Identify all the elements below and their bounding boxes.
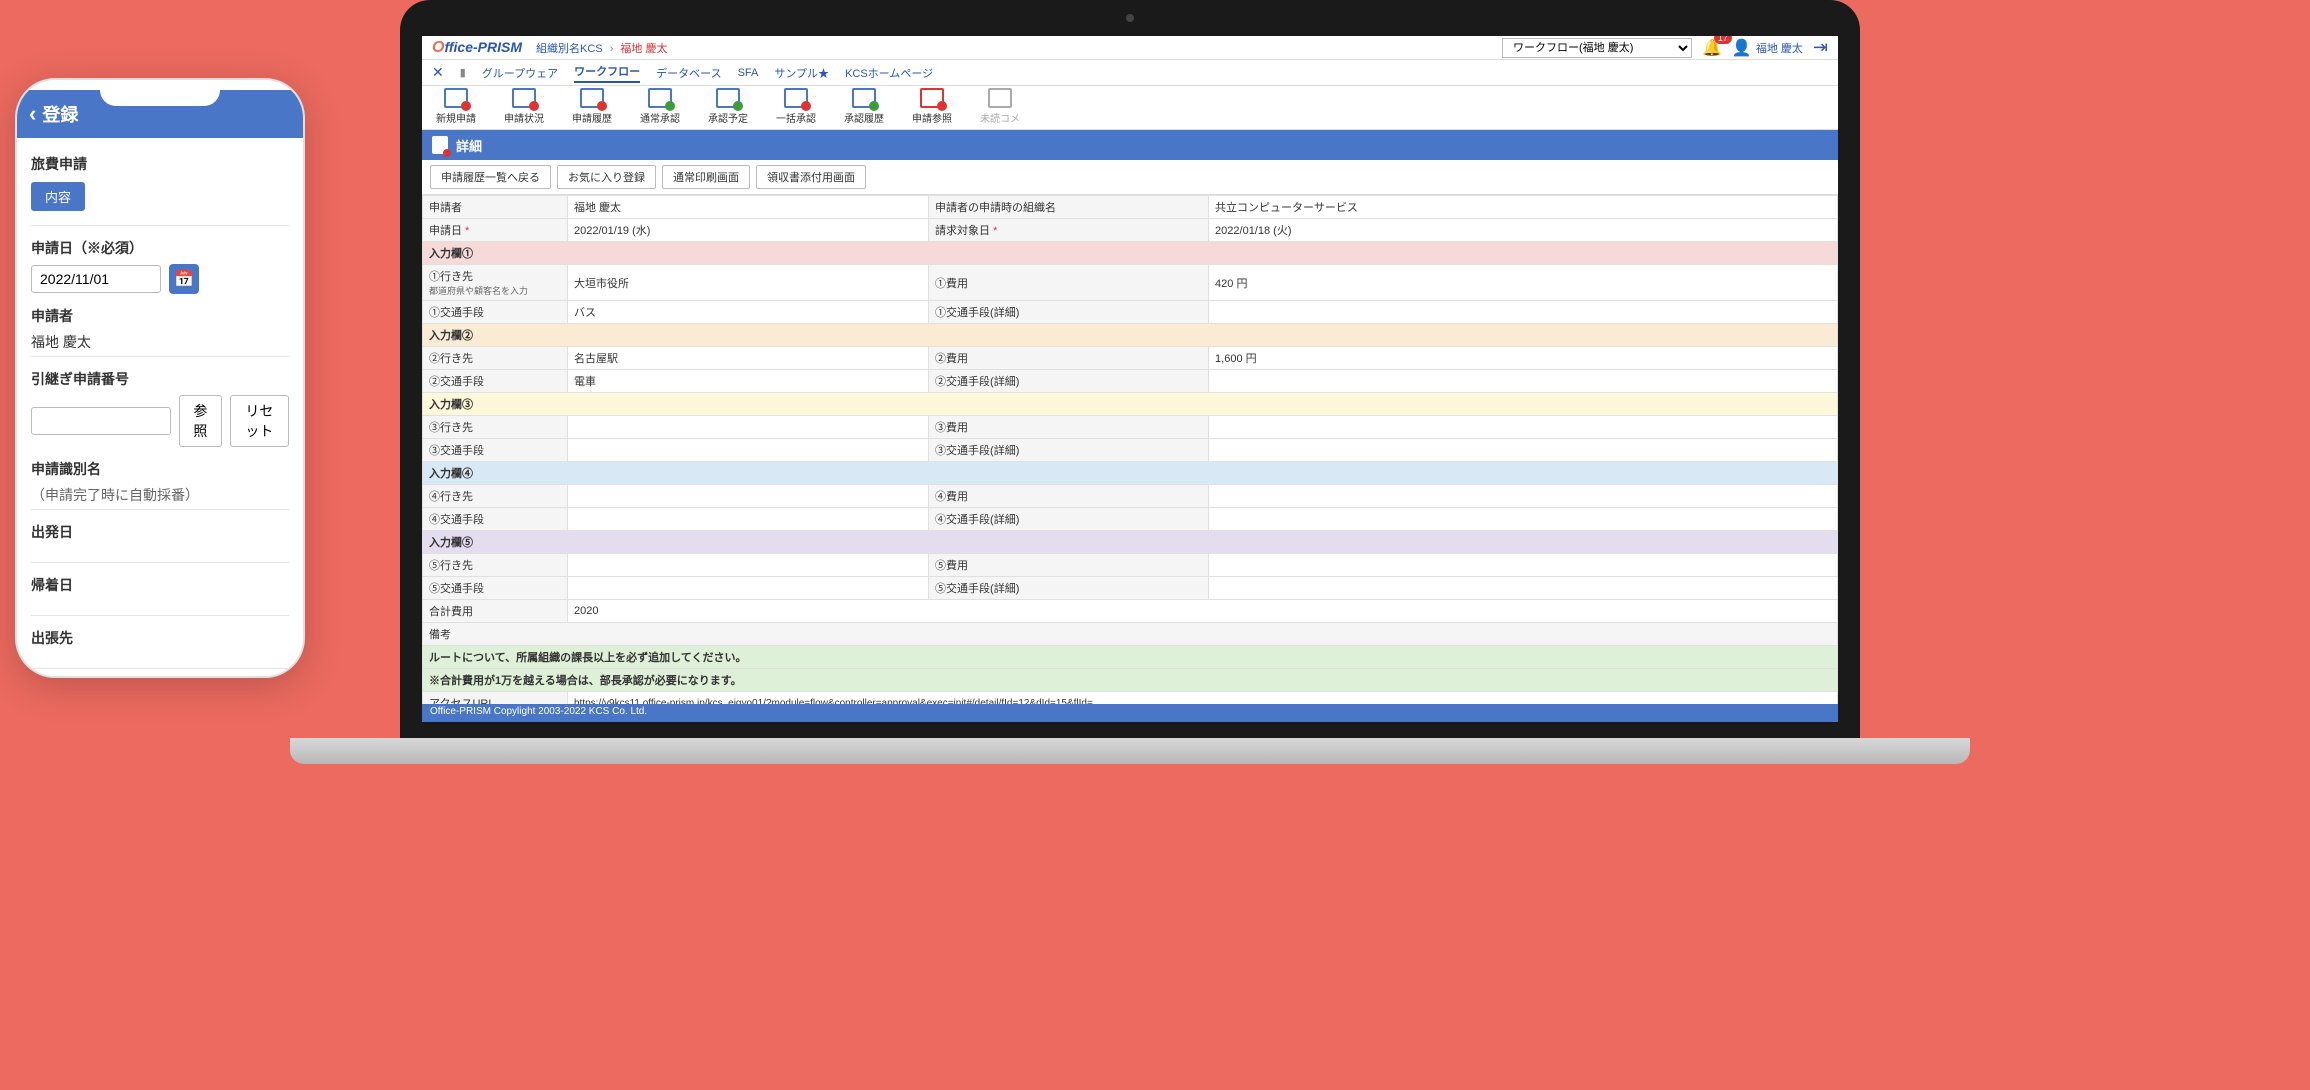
label-return: 帰着日 [31, 575, 289, 595]
btn-reset[interactable]: リセット [230, 395, 289, 447]
ibtn-approve[interactable]: 通常承認 [640, 88, 680, 125]
btn-back-list[interactable]: 申請履歴一覧へ戻る [430, 165, 551, 189]
calendar-icon[interactable]: 📅 [169, 264, 199, 294]
label-depart: 出発日 [31, 522, 289, 542]
apply-date-input[interactable] [31, 265, 161, 293]
logout-icon[interactable]: ⇥ [1813, 37, 1828, 58]
ident-placeholder: （申請完了時に自動採番） [31, 485, 289, 505]
phone-body: 旅費申請 内容 申請日（※必須） 📅 申請者 福地 慶太 引継ぎ申請番号 参照 … [17, 138, 303, 678]
ibtn-refer[interactable]: 申請参照 [912, 88, 952, 125]
close-icon[interactable]: ✕ [432, 64, 444, 81]
bell-icon[interactable]: 🔔17 [1702, 38, 1722, 58]
label-applicant: 申請者 [31, 306, 289, 326]
ibtn-unread[interactable]: 未読コメ [980, 88, 1020, 125]
laptop-screen: OOffice-PRISMffice-PRISM 組織別名KCS › 福地 慶太… [422, 36, 1838, 722]
phone-frame: ‹ 登録 旅費申請 内容 申請日（※必須） 📅 申請者 福地 慶太 引継ぎ申請番… [15, 78, 305, 678]
camera-icon [1126, 14, 1134, 22]
username: 福地 慶太 [1756, 40, 1803, 56]
menu-sample[interactable]: サンプル★ [774, 65, 829, 81]
ibtn-approve-hist[interactable]: 承認履歴 [844, 88, 884, 125]
ibtn-bulk-approve[interactable]: 一括承認 [776, 88, 816, 125]
document-icon [432, 136, 448, 154]
phone-header-title: 登録 [42, 101, 78, 127]
tab-content[interactable]: 内容 [31, 182, 85, 211]
page-title: 詳細 [456, 136, 482, 155]
btn-reference[interactable]: 参照 [179, 395, 222, 447]
label-destination: 出張先 [31, 628, 289, 648]
applicant-value: 福地 慶太 [31, 332, 289, 352]
back-chevron-icon[interactable]: ‹ [29, 101, 36, 127]
user-icon: 👤 [1732, 38, 1752, 58]
workflow-select[interactable]: ワークフロー(福地 慶太) [1502, 38, 1692, 58]
menu-database[interactable]: データベース [656, 65, 721, 81]
user-area[interactable]: 👤 福地 慶太 [1732, 38, 1803, 58]
crumb-org[interactable]: 組織別名KCS [536, 43, 603, 55]
topbar: OOffice-PRISMffice-PRISM 組織別名KCS › 福地 慶太… [422, 36, 1838, 60]
crumb-user[interactable]: 福地 慶太 [620, 43, 667, 55]
bell-badge: 17 [1714, 36, 1732, 44]
ibtn-status[interactable]: 申請状況 [504, 88, 544, 125]
menu-sfa[interactable]: SFA [738, 67, 759, 79]
actionbar: 申請履歴一覧へ戻る お気に入り登録 通常印刷画面 領収書添付用画面 [422, 160, 1838, 195]
form-title: 旅費申請 [31, 154, 289, 174]
ibtn-new[interactable]: 新規申請 [436, 88, 476, 125]
label-takeover-no: 引継ぎ申請番号 [31, 369, 289, 389]
breadcrumb: 組織別名KCS › 福地 慶太 [536, 40, 667, 56]
pin-icon[interactable]: ▮ [460, 66, 466, 79]
ibtn-history[interactable]: 申請履歴 [572, 88, 612, 125]
menu-groupware[interactable]: グループウェア [482, 65, 558, 81]
titlebar: 詳細 [422, 130, 1838, 160]
label-apply-date: 申請日（※必須） [31, 238, 289, 258]
takeover-no-input[interactable] [31, 407, 171, 435]
menubar: ✕ ▮ グループウェア ワークフロー データベース SFA サンプル★ KCSホ… [422, 60, 1838, 86]
menu-workflow[interactable]: ワークフロー [574, 63, 640, 83]
btn-receipt[interactable]: 領収書添付用画面 [756, 165, 866, 189]
menu-kcs-homepage[interactable]: KCSホームページ [845, 65, 933, 81]
laptop-frame: OOffice-PRISMffice-PRISM 組織別名KCS › 福地 慶太… [400, 0, 1860, 740]
iconbar: 新規申請 申請状況 申請履歴 通常承認 承認予定 一括承認 承認履歴 申請参照 … [422, 86, 1838, 130]
btn-print[interactable]: 通常印刷画面 [662, 165, 750, 189]
ibtn-approve-sched[interactable]: 承認予定 [708, 88, 748, 125]
detail-table: 申請者福地 慶太 申請者の申請時の組織名共立コンピューターサービス 申請日202… [422, 195, 1838, 715]
laptop-base [290, 738, 1970, 764]
btn-favorite[interactable]: お気に入り登録 [557, 165, 656, 189]
logo[interactable]: OOffice-PRISMffice-PRISM [432, 39, 522, 57]
phone-notch [100, 80, 220, 106]
footer: Office-PRISM Copylight 2003-2022 KCS Co.… [422, 704, 1838, 722]
label-ident-name: 申請識別名 [31, 459, 289, 479]
